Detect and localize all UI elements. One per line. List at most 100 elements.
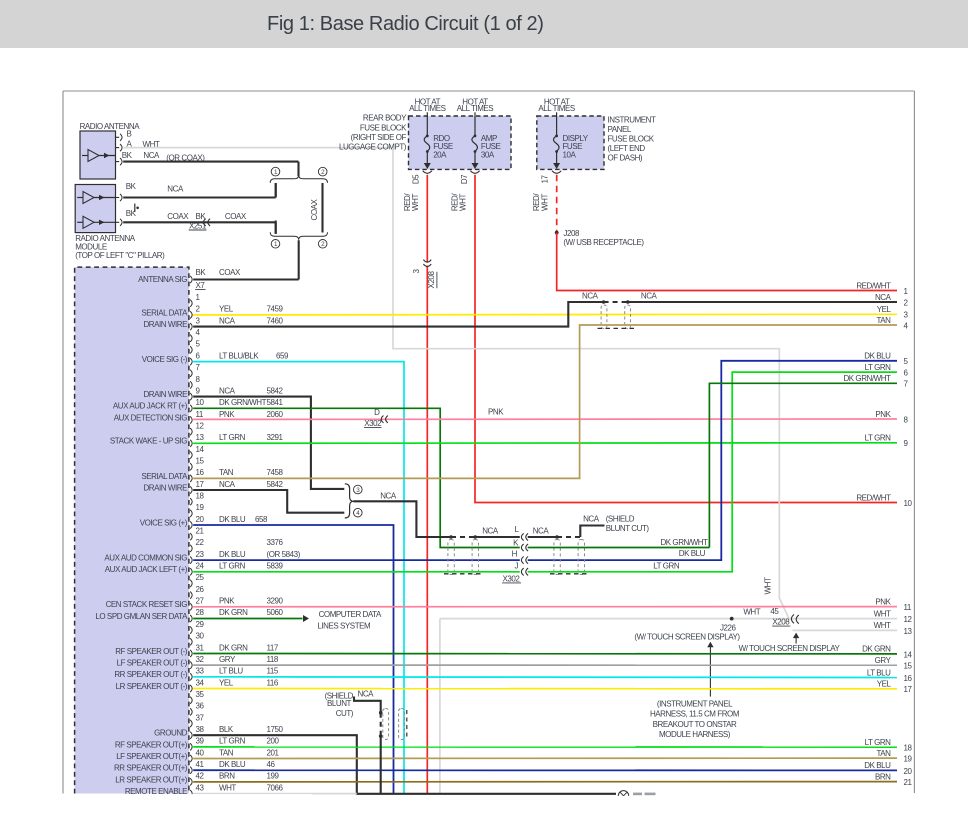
svg-text:LT BLU/BLK: LT BLU/BLK xyxy=(219,351,259,360)
svg-text:7: 7 xyxy=(196,363,201,372)
svg-text:30A: 30A xyxy=(481,150,495,159)
svg-text:5842: 5842 xyxy=(267,386,284,395)
svg-text:AUX AUD JACK RT (+): AUX AUD JACK RT (+) xyxy=(113,402,188,411)
svg-text:659: 659 xyxy=(276,351,289,360)
svg-text:ANTENNA SIG: ANTENNA SIG xyxy=(138,275,187,284)
svg-text:NCA: NCA xyxy=(582,291,599,300)
svg-text:201: 201 xyxy=(267,748,280,757)
svg-text:COAX: COAX xyxy=(219,268,241,277)
svg-text:15: 15 xyxy=(904,662,913,671)
svg-text:658: 658 xyxy=(255,515,268,524)
svg-text:LT BLU: LT BLU xyxy=(867,668,891,677)
svg-text:YEL: YEL xyxy=(219,305,234,314)
svg-text:J208: J208 xyxy=(563,229,580,238)
svg-text:BREAKOUT TO ONSTAR: BREAKOUT TO ONSTAR xyxy=(653,720,737,729)
svg-text:LT GRN: LT GRN xyxy=(865,363,892,372)
svg-text:FUSE BLOCK: FUSE BLOCK xyxy=(360,123,407,132)
svg-text:12: 12 xyxy=(196,421,205,430)
svg-text:DK BLU: DK BLU xyxy=(219,550,246,559)
svg-text:NCA: NCA xyxy=(641,291,658,300)
svg-text:BRN: BRN xyxy=(875,772,891,781)
svg-text:LUGGAGE COMPT): LUGGAGE COMPT) xyxy=(339,143,407,152)
svg-text:33: 33 xyxy=(196,667,205,676)
svg-text:16: 16 xyxy=(196,468,205,477)
svg-text:D7: D7 xyxy=(460,174,469,184)
svg-text:20: 20 xyxy=(904,767,913,776)
svg-text:AUX DETECTION SIG: AUX DETECTION SIG xyxy=(114,413,187,422)
svg-text:7: 7 xyxy=(904,380,909,389)
svg-text:25: 25 xyxy=(196,573,205,582)
svg-text:DK GRN/WHT: DK GRN/WHT xyxy=(660,538,708,547)
svg-text:5: 5 xyxy=(196,340,201,349)
svg-text:NCA: NCA xyxy=(380,491,397,500)
svg-text:46: 46 xyxy=(267,760,276,769)
svg-text:RR SPEAKER OUT (-): RR SPEAKER OUT (-) xyxy=(114,670,187,679)
svg-text:7066: 7066 xyxy=(267,783,284,792)
svg-text:X7: X7 xyxy=(196,281,206,290)
svg-text:J226: J226 xyxy=(720,624,737,633)
svg-text:DK BLU: DK BLU xyxy=(864,761,891,770)
svg-text:(LEFT END: (LEFT END xyxy=(608,144,646,153)
svg-text:7458: 7458 xyxy=(267,468,284,477)
svg-text:17: 17 xyxy=(541,175,550,184)
svg-text:X302: X302 xyxy=(503,574,521,583)
svg-text:6: 6 xyxy=(196,351,201,360)
svg-text:3290: 3290 xyxy=(267,597,284,606)
svg-text:NCA: NCA xyxy=(358,690,375,699)
svg-text:NCA: NCA xyxy=(533,526,550,535)
svg-text:34: 34 xyxy=(196,678,205,687)
svg-text:DK BLU: DK BLU xyxy=(864,352,891,361)
svg-text:21: 21 xyxy=(904,778,913,787)
svg-text:NCA: NCA xyxy=(219,480,236,489)
svg-text:DK BLU: DK BLU xyxy=(679,549,706,558)
svg-text:WHT: WHT xyxy=(411,194,420,211)
svg-text:24: 24 xyxy=(196,562,205,571)
svg-text:WHT: WHT xyxy=(459,194,468,211)
svg-text:17: 17 xyxy=(904,685,913,694)
svg-text:20: 20 xyxy=(196,515,205,524)
svg-text:1750: 1750 xyxy=(267,725,284,734)
svg-text:1: 1 xyxy=(904,287,909,296)
svg-text:GRY: GRY xyxy=(219,655,236,664)
svg-text:LT GRN: LT GRN xyxy=(653,562,680,571)
svg-text:DK BLU: DK BLU xyxy=(219,515,246,524)
svg-text:LO SPD GMLAN SER DATA: LO SPD GMLAN SER DATA xyxy=(95,612,188,621)
svg-text:MODULE HARNESS): MODULE HARNESS) xyxy=(659,730,731,739)
svg-text:19: 19 xyxy=(904,755,913,764)
svg-text:29: 29 xyxy=(196,620,205,629)
svg-text:200: 200 xyxy=(267,737,280,746)
svg-text:DK GRN/WHT: DK GRN/WHT xyxy=(219,398,267,407)
svg-text:5060: 5060 xyxy=(267,608,284,617)
svg-text:LT GRN: LT GRN xyxy=(865,434,892,443)
svg-text:31: 31 xyxy=(196,643,205,652)
svg-text:27: 27 xyxy=(196,597,205,606)
svg-text:5841: 5841 xyxy=(267,398,284,407)
svg-text:LF SPEAKER OUT (-): LF SPEAKER OUT (-) xyxy=(117,659,188,668)
svg-text:PNK: PNK xyxy=(875,410,891,419)
svg-text:(INSTRUMENT PANEL: (INSTRUMENT PANEL xyxy=(657,700,733,709)
svg-text:B: B xyxy=(127,129,132,138)
svg-text:DK GRN: DK GRN xyxy=(862,645,891,654)
svg-text:NCA: NCA xyxy=(167,184,184,193)
svg-text:GROUND: GROUND xyxy=(154,729,188,738)
svg-text:35: 35 xyxy=(196,690,205,699)
svg-text:BK: BK xyxy=(122,151,133,160)
svg-text:H: H xyxy=(512,549,518,558)
svg-text:STACK WAKE - UP SIG: STACK WAKE - UP SIG xyxy=(110,437,187,446)
svg-text:3291: 3291 xyxy=(267,433,284,442)
svg-text:COAX: COAX xyxy=(310,198,319,220)
svg-text:ALL TIMES: ALL TIMES xyxy=(409,104,446,113)
svg-text:AUX AUD COMMON SIG: AUX AUD COMMON SIG xyxy=(104,554,187,563)
svg-text:YEL: YEL xyxy=(877,305,892,314)
svg-text:NCA: NCA xyxy=(875,293,892,302)
svg-text:15: 15 xyxy=(196,457,205,466)
svg-text:RR SPEAKER OUT(+): RR SPEAKER OUT(+) xyxy=(114,764,188,773)
svg-text:22: 22 xyxy=(196,538,205,547)
svg-text:37: 37 xyxy=(196,713,205,722)
svg-text:3: 3 xyxy=(196,316,201,325)
svg-text:41: 41 xyxy=(196,760,205,769)
svg-text:X208: X208 xyxy=(427,271,436,289)
svg-text:11: 11 xyxy=(904,603,912,612)
svg-text:LT GRN: LT GRN xyxy=(219,562,246,571)
svg-text:HARNESS, 11.5 CM FROM: HARNESS, 11.5 CM FROM xyxy=(650,710,740,719)
